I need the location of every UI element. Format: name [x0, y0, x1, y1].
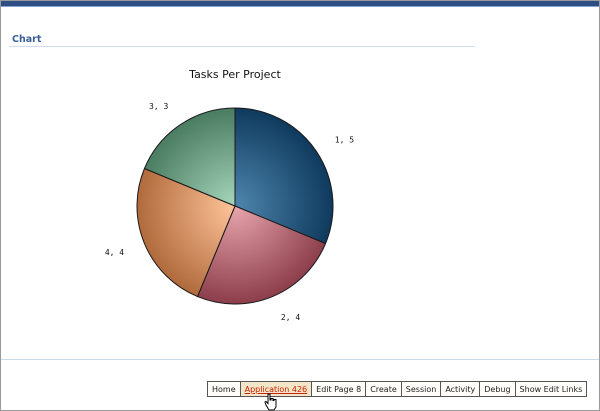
dev-toolbar-create[interactable]: Create: [366, 382, 402, 396]
pie-slices: [136, 107, 334, 305]
pie-chart: Tasks Per Project 1, 5 2, 4 4, 4 3, 3: [105, 68, 354, 322]
dev-toolbar-edit-page-8[interactable]: Edit Page 8: [312, 382, 367, 396]
chart-title: Tasks Per Project: [188, 68, 281, 81]
page-frame: Chart Tasks Per Project 1, 5 2, 4 4, 4 3, 3…: [0, 0, 600, 411]
hand-pointer-cursor-icon: [264, 393, 277, 411]
dev-toolbar-activity[interactable]: Activity: [441, 382, 481, 396]
pie-label-1: 1, 5: [335, 135, 354, 144]
pie-label-2: 2, 4: [281, 313, 300, 322]
pie-label-4: 3, 3: [149, 102, 168, 111]
dev-toolbar-home[interactable]: Home: [208, 382, 241, 396]
region-divider: [9, 46, 475, 47]
pie-label-3: 4, 4: [105, 248, 124, 257]
footer-divider: [1, 359, 599, 360]
region-title: Chart: [12, 34, 42, 45]
dev-toolbar-debug[interactable]: Debug: [480, 382, 516, 396]
dev-toolbar-show-edit-links[interactable]: Show Edit Links: [515, 382, 587, 396]
dev-toolbar-session[interactable]: Session: [401, 382, 442, 396]
top-banner: [1, 1, 599, 7]
